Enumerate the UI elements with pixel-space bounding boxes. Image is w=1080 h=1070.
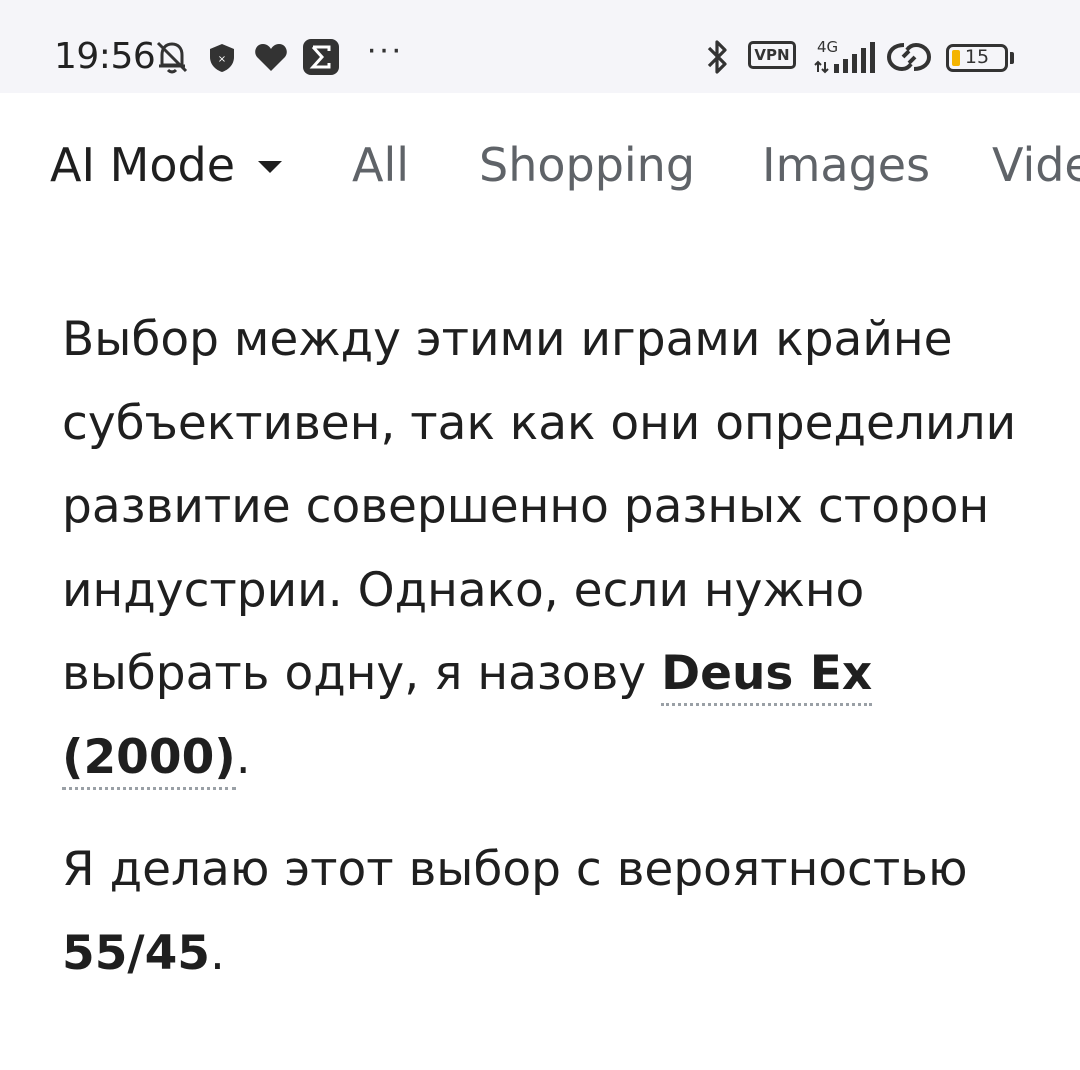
status-time: 19:56: [54, 36, 156, 77]
search-tabs: AI Mode All Shopping Images Videos: [0, 93, 1080, 243]
tab-ai-mode[interactable]: AI Mode: [50, 138, 235, 192]
bluetooth-icon: [707, 40, 727, 74]
sigma-app-icon: [303, 39, 339, 75]
heart-icon: [255, 44, 287, 71]
svg-text:×: ×: [218, 54, 226, 65]
battery-tip: [1010, 52, 1014, 64]
signal-icon: [814, 42, 875, 74]
sync-icon: [886, 42, 932, 72]
answer-text: Я делаю этот выбор с вероятностью: [62, 842, 968, 897]
answer-period: .: [209, 925, 225, 981]
tab-videos[interactable]: Videos: [992, 138, 1080, 192]
battery-icon: 15: [946, 44, 1008, 72]
answer-paragraph-1: Выбор между этими играми крайне субъекти…: [62, 298, 1022, 799]
answer-period: .: [235, 729, 251, 785]
battery-level: 15: [964, 46, 990, 68]
tab-all[interactable]: All: [352, 138, 409, 192]
ai-answer: Выбор между этими играми крайне субъекти…: [62, 298, 1022, 1024]
answer-text: Выбор между этими играми крайне субъекти…: [62, 312, 1017, 701]
shield-icon: ×: [210, 44, 234, 72]
vpn-icon: VPN: [748, 41, 796, 69]
status-bar: 19:56 × ··· VPN 4G 15: [0, 0, 1080, 93]
more-dots-icon: ···: [366, 30, 403, 68]
tab-images[interactable]: Images: [762, 138, 930, 192]
chevron-down-icon[interactable]: [258, 161, 282, 173]
bell-off-icon: [156, 41, 188, 74]
answer-paragraph-2: Я делаю этот выбор с вероятностью 55/45.: [62, 828, 1022, 995]
tab-shopping[interactable]: Shopping: [479, 138, 695, 192]
probability-value: 55/45: [62, 925, 210, 981]
